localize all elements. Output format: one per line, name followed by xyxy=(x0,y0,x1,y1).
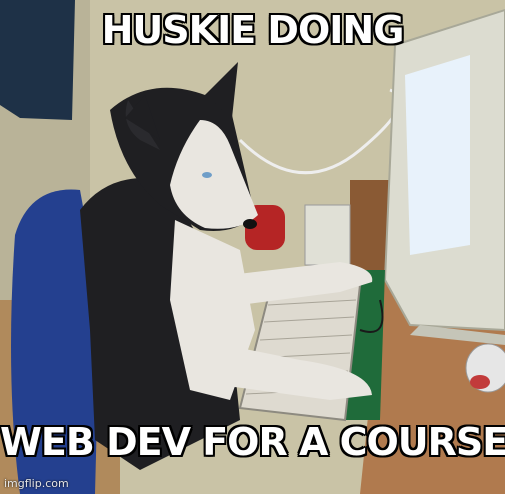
speaker-box xyxy=(304,204,351,266)
desk-shelf xyxy=(350,180,390,270)
meme-image: HUSKIE DOING WEB DEV FOR A COURSE imgfli… xyxy=(0,0,505,494)
monitor-screen xyxy=(405,55,470,255)
meme-bottom-caption: WEB DEV FOR A COURSE xyxy=(0,420,505,464)
watermark: imgflip.com xyxy=(4,477,69,490)
crt-monitor-icon xyxy=(383,8,505,345)
mouse-accent xyxy=(470,375,490,389)
meme-top-caption: HUSKIE DOING xyxy=(101,8,405,52)
